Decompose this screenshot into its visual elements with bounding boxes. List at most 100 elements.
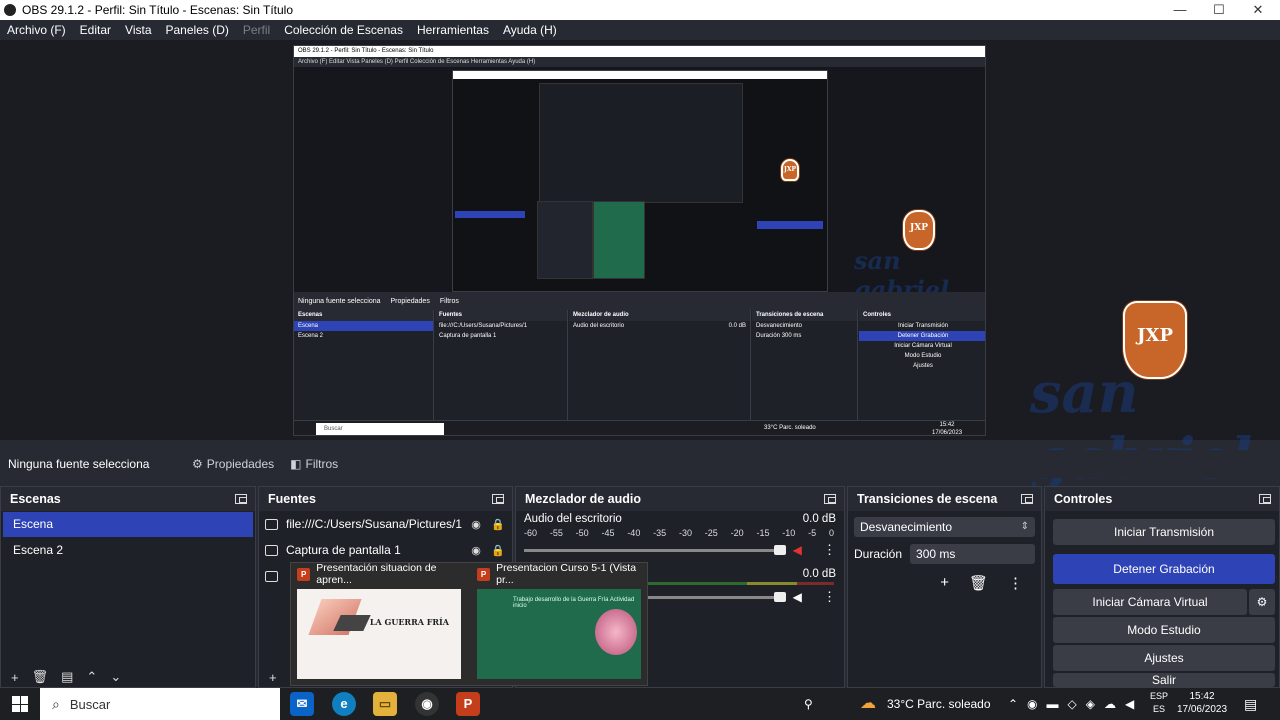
menu-archivo[interactable]: Archivo (F) [0, 23, 73, 37]
eye-icon[interactable]: ◉ [468, 544, 484, 557]
crest-logo-medium-icon: JXP [903, 210, 935, 250]
stop-recording-button[interactable]: Detener Grabación [1053, 554, 1275, 584]
language-indicator[interactable]: ESP ES [1150, 690, 1168, 716]
source-item[interactable]: Captura de pantalla 1 ◉ 🔒 [259, 537, 512, 563]
scenes-dock: Escenas Escena Escena 2 + 🗑 ▤ ⌃ ⌄ [0, 486, 256, 688]
mixer-channel: Audio del escritorio 0.0 dB -60 -55 -50 -45-… [516, 511, 844, 558]
scene-filter-icon[interactable]: ▤ [61, 669, 73, 685]
start-virtual-camera-button[interactable]: Iniciar Cámara Virtual [1053, 589, 1247, 615]
transitions-header: Transiciones de escena [848, 487, 1041, 511]
studio-mode-button[interactable]: Modo Estudio [1053, 617, 1275, 643]
trash-icon[interactable]: 🗑 [969, 574, 988, 592]
nested-weather: 33°C Parc. soleado [764, 425, 816, 431]
no-source-label: Ninguna fuente selecciona [8, 457, 150, 471]
nested-obs-capture: OBS 29.1.2 - Perfil: Sin Título - Escena… [293, 45, 986, 436]
mail-icon[interactable]: ✉ [290, 692, 314, 716]
duration-row: Duración 300 ms [854, 544, 1035, 564]
nested-mixer: Mezclador de audio Audio del escritorio … [569, 310, 751, 420]
nested-scenes-title: Escenas [294, 310, 433, 321]
taskbar-search[interactable]: ⌕ Buscar [40, 688, 280, 720]
menu-paneles[interactable]: Paneles (D) [159, 23, 236, 37]
channel-db: 0.0 dB [802, 568, 836, 580]
nested-source-1: file:///C:/Users/Susana/Pictures/1 [439, 323, 528, 329]
filters-button[interactable]: ◧ Filtros [282, 453, 346, 475]
menu-editar[interactable]: Editar [73, 23, 118, 37]
add-source-icon[interactable]: + [269, 670, 277, 685]
virtual-camera-settings-icon[interactable]: ⚙ [1249, 589, 1275, 615]
scene-item[interactable]: Escena 2 [3, 538, 253, 563]
add-icon[interactable]: + [11, 670, 19, 685]
scenes-header: Escenas [1, 487, 255, 511]
undock-icon[interactable] [235, 494, 247, 504]
inner-recursive-view [539, 83, 743, 203]
speaker-icon[interactable]: ◀ [789, 590, 805, 604]
file-explorer-icon[interactable]: ▭ [373, 692, 397, 716]
menu-ayuda[interactable]: Ayuda (H) [496, 23, 564, 37]
search-placeholder: Buscar [69, 696, 111, 712]
undock-icon[interactable] [492, 494, 504, 504]
minimize-button[interactable]: — [1160, 0, 1200, 20]
source-item[interactable]: file:///C:/Users/Susana/Pictures/1 ◉ 🔒 [259, 511, 512, 537]
scene-item[interactable]: Escena [3, 512, 253, 537]
controls-title: Controles [1054, 492, 1113, 506]
undock-icon[interactable] [824, 494, 836, 504]
more-options-icon[interactable]: ⋮ [823, 542, 836, 558]
nested-transitions: Transiciones de escena Desvanecimiento D… [752, 310, 858, 420]
transitions-dock: Transiciones de escena Desvanecimiento D… [847, 486, 1042, 688]
duration-spinbox[interactable]: 300 ms [910, 544, 1035, 564]
more-options-icon[interactable]: ⋮ [1008, 574, 1023, 592]
close-button[interactable]: ✕ [1238, 0, 1278, 20]
properties-button[interactable]: ⚙ Propiedades [184, 453, 282, 475]
move-down-icon[interactable]: ⌄ [110, 669, 121, 685]
search-icon: ⌕ [52, 695, 60, 712]
notifications-icon[interactable]: ▤ [1244, 688, 1257, 720]
speaker-icon[interactable]: ◀ [789, 543, 805, 557]
inner-thumb-a [537, 201, 593, 279]
nested-taskbar: Buscar 33°C Parc. soleado 15:42 17/06/202… [294, 420, 985, 435]
powerpoint-icon: P [477, 567, 491, 581]
nested-control-2: Detener Grabación [859, 331, 985, 341]
maximize-button[interactable]: ☐ [1199, 0, 1239, 20]
nested-docks: Escenas Escena Escena 2 Fuentes file:///… [294, 310, 985, 420]
undock-icon[interactable] [1259, 494, 1271, 504]
preview-canvas[interactable]: OBS 29.1.2 - Perfil: Sin Título - Escena… [0, 40, 1280, 492]
weather-label[interactable]: 33°C Parc. soleado [887, 688, 991, 720]
lock-icon[interactable]: 🔒 [490, 518, 506, 531]
menu-vista[interactable]: Vista [118, 23, 158, 37]
system-tray-icons[interactable]: ⌃◉▬◇◈☁◀ [1008, 688, 1143, 720]
settings-button[interactable]: Ajustes [1053, 645, 1275, 671]
thumbnail-title: Presentación situacion de apren... [316, 562, 437, 586]
trash-icon[interactable]: 🗑 [32, 669, 49, 685]
add-transition-icon[interactable]: + [940, 574, 949, 592]
eye-icon[interactable]: ◉ [468, 518, 484, 531]
exit-button[interactable]: Salir [1053, 673, 1275, 687]
start-streaming-button[interactable]: Iniciar Transmisión [1053, 519, 1275, 545]
nested-search: Buscar [316, 423, 444, 435]
edge-icon[interactable]: e [332, 692, 356, 716]
nested-filters: Filtros [439, 297, 459, 305]
weather-icon[interactable]: ☁ [860, 688, 876, 720]
sources-title: Fuentes [268, 492, 316, 506]
people-icon[interactable]: ⚲ [804, 688, 813, 720]
volume-slider[interactable] [524, 544, 786, 555]
lock-icon[interactable]: 🔒 [490, 544, 506, 557]
move-up-icon[interactable]: ⌃ [86, 669, 97, 685]
powerpoint-taskbar-icon[interactable]: P [456, 692, 480, 716]
thumbnail-presentation-2[interactable]: P Presentacion Curso 5-1 (Vista pr... Tra… [471, 562, 647, 683]
menu-coleccion-escenas[interactable]: Colección de Escenas [277, 23, 410, 37]
undock-icon[interactable] [1021, 494, 1033, 504]
thumbnail-presentation-1[interactable]: P Presentación situacion de apren... LA G… [291, 562, 467, 683]
nested-controls-title: Controles [859, 310, 985, 321]
menu-herramientas[interactable]: Herramientas [410, 23, 496, 37]
more-options-icon[interactable]: ⋮ [823, 589, 836, 605]
mixer-title: Mezclador de audio [525, 492, 641, 506]
system-clock[interactable]: 15:42 17/06/2023 [1172, 690, 1232, 716]
nested-sources-title: Fuentes [435, 310, 567, 321]
obs-taskbar-icon[interactable]: ◉ [415, 692, 439, 716]
taskbar-thumbnail-popup: P Presentación situacion de apren... LA G… [290, 562, 648, 686]
gear-icon: ⚙ [192, 457, 203, 471]
filter-icon: ◧ [290, 457, 302, 471]
transition-select[interactable]: Desvanecimiento [854, 517, 1035, 537]
window-capture-icon [265, 570, 278, 582]
windows-start-icon[interactable] [12, 696, 28, 712]
